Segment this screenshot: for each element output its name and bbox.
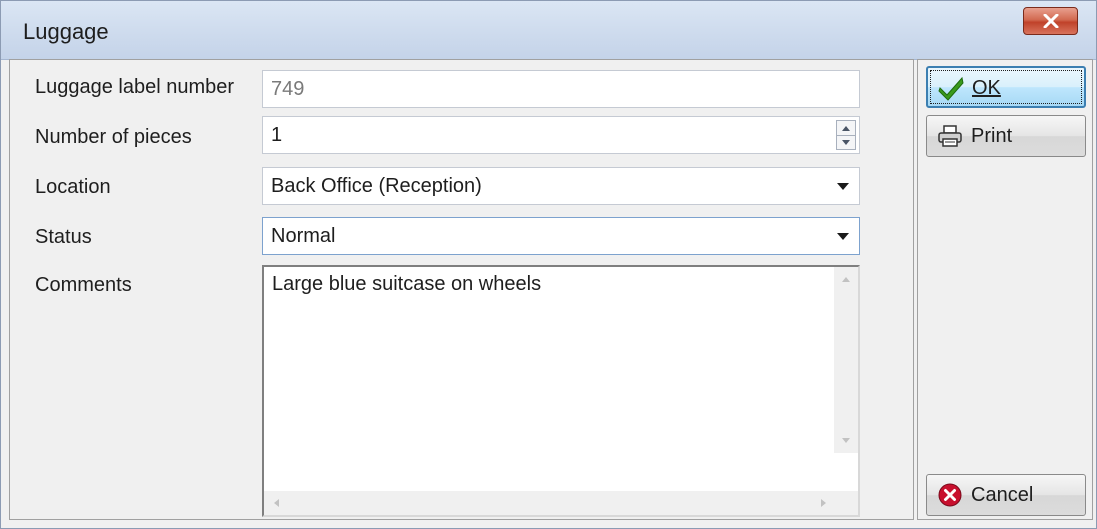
- status-label: Status: [35, 226, 92, 248]
- title-bar: Luggage: [1, 1, 1096, 60]
- printer-icon: [938, 125, 962, 147]
- print-button[interactable]: Print: [926, 115, 1086, 157]
- ok-button-label: OK: [972, 77, 1001, 99]
- pieces-spinner[interactable]: [836, 120, 856, 150]
- vertical-scrollbar[interactable]: [834, 267, 858, 453]
- location-value: Back Office (Reception): [271, 175, 482, 197]
- location-dropdown[interactable]: Back Office (Reception): [262, 167, 860, 205]
- chevron-down-icon[interactable]: [837, 183, 849, 190]
- luggage-label-number-field[interactable]: 749: [262, 70, 860, 108]
- horizontal-scrollbar[interactable]: [264, 491, 836, 515]
- luggage-label-number-label: Luggage label number: [35, 76, 235, 98]
- scroll-right-icon[interactable]: [821, 499, 826, 507]
- form-panel: Luggage label number 749 Number of piece…: [9, 59, 914, 520]
- arrow-down-icon: [842, 139, 850, 145]
- window-title: Luggage: [23, 19, 109, 44]
- close-button[interactable]: [1023, 7, 1078, 35]
- luggage-label-number-value: 749: [271, 78, 305, 100]
- checkmark-icon: [938, 76, 964, 101]
- status-value: Normal: [271, 225, 336, 247]
- close-icon: [1043, 14, 1058, 28]
- comments-value: Large blue suitcase on wheels: [272, 273, 542, 295]
- location-label: Location: [35, 176, 111, 198]
- cancel-button-label: Cancel: [971, 484, 1034, 506]
- spin-down-button[interactable]: [837, 135, 855, 149]
- button-panel: OK Print Cancel: [917, 59, 1093, 520]
- scroll-down-icon[interactable]: [842, 438, 850, 443]
- spin-up-button[interactable]: [837, 121, 855, 136]
- chevron-down-icon[interactable]: [837, 233, 849, 240]
- scroll-up-icon[interactable]: [842, 277, 850, 282]
- arrow-up-icon: [842, 125, 850, 131]
- number-of-pieces-label: Number of pieces: [35, 126, 192, 148]
- number-of-pieces-field[interactable]: 1: [262, 116, 860, 154]
- comments-label: Comments: [35, 274, 132, 296]
- status-dropdown[interactable]: Normal: [262, 217, 860, 255]
- luggage-dialog: Luggage Luggage label number 749 Number …: [0, 0, 1097, 529]
- ok-button[interactable]: OK: [926, 66, 1086, 108]
- cancel-icon: [938, 483, 962, 507]
- number-of-pieces-value: 1: [271, 124, 283, 146]
- cancel-button[interactable]: Cancel: [926, 474, 1086, 516]
- scroll-left-icon[interactable]: [274, 499, 279, 507]
- print-button-label: Print: [971, 125, 1013, 147]
- scrollbar-corner: [834, 491, 858, 515]
- comments-textarea[interactable]: Large blue suitcase on wheels: [262, 265, 860, 517]
